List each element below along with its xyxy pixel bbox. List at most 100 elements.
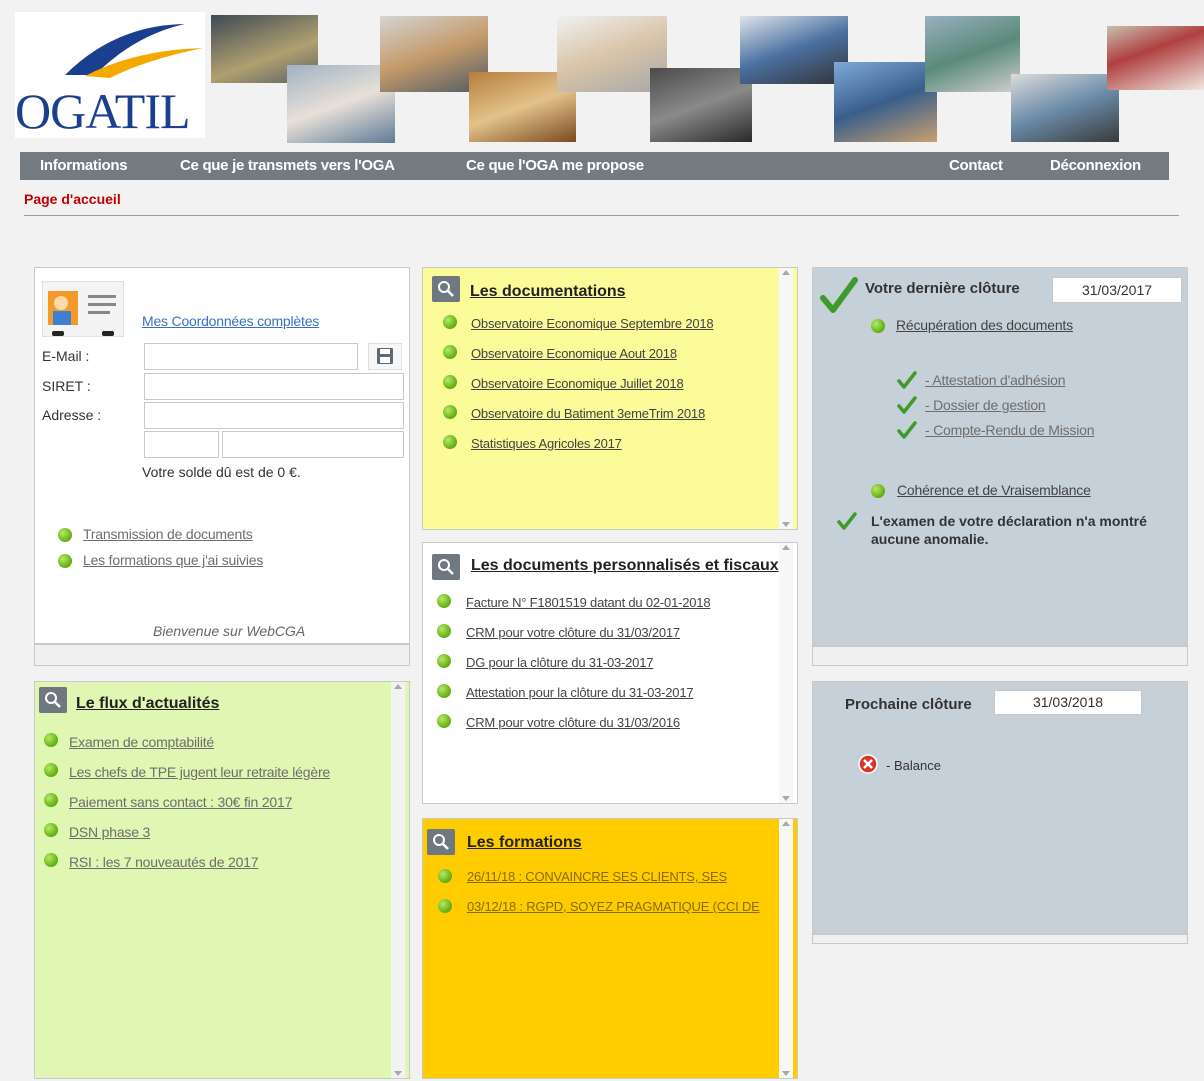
formations-panel: Les formations 26/11/18 : CONVAINCRE SES… — [422, 818, 798, 1079]
ogatil-logo[interactable]: OGATIL — [15, 12, 205, 139]
flux-scrollbar[interactable] — [391, 682, 405, 1078]
banner-photo — [925, 16, 1020, 92]
cloture-panel: Votre dernière clôture 31/03/2017 Récupé… — [812, 267, 1188, 646]
scroll-up-icon[interactable] — [782, 545, 790, 550]
solde-text: Votre solde dû est de 0 €. — [142, 464, 301, 480]
green-bullet-icon — [437, 654, 451, 668]
search-icon[interactable] — [432, 276, 460, 302]
attestation-link[interactable]: - Attestation d'adhésion — [925, 372, 1066, 388]
docs-perso-item[interactable]: DG pour la clôture du 31-03-2017 — [466, 655, 653, 670]
compte-rendu-link[interactable]: - Compte-Rendu de Mission — [925, 422, 1094, 438]
green-bullet-icon — [44, 823, 58, 837]
flux-panel: Le flux d'actualités Examen de comptabil… — [34, 681, 410, 1079]
nav-deconnexion[interactable]: Déconnexion — [1050, 152, 1141, 180]
docs-perso-title[interactable]: Les documents personnalisés et fiscaux — [471, 557, 779, 575]
green-bullet-icon — [443, 315, 457, 329]
formations-suivies-link[interactable]: Les formations que j'ai suivies — [83, 552, 263, 568]
green-bullet-icon — [44, 763, 58, 777]
logo-text: OGATIL — [15, 83, 191, 139]
docs-perso-item[interactable]: Facture N° F1801519 datant du 02-01-2018 — [466, 595, 711, 610]
flux-item[interactable]: Les chefs de TPE jugent leur retraite lé… — [69, 764, 330, 780]
city-field[interactable] — [222, 431, 404, 458]
green-bullet-icon — [443, 405, 457, 419]
scroll-up-icon[interactable] — [394, 684, 402, 689]
docs-perso-scrollbar[interactable] — [779, 543, 793, 803]
documentations-scrollbar[interactable] — [779, 268, 793, 529]
green-bullet-icon — [871, 484, 885, 498]
examen-text: L'examen de votre déclaration n'a montré… — [871, 513, 1147, 547]
formation-item[interactable]: 03/12/18 : RGPD, SOYEZ PRAGMATIQUE (CCI … — [467, 899, 760, 914]
green-bullet-icon — [44, 853, 58, 867]
docs-perso-item[interactable]: CRM pour votre clôture du 31/03/2017 — [466, 625, 680, 640]
scroll-down-icon[interactable] — [394, 1071, 402, 1076]
breadcrumb[interactable]: Page d'accueil — [24, 191, 121, 207]
flux-item[interactable]: Examen de comptabilité — [69, 734, 214, 750]
header-banner: OGATIL — [12, 10, 1204, 144]
adresse-label: Adresse : — [42, 407, 102, 423]
formations-title[interactable]: Les formations — [467, 834, 582, 852]
documentation-item[interactable]: Observatoire Economique Juillet 2018 — [471, 376, 684, 391]
green-bullet-icon — [44, 733, 58, 747]
contact-card-icon — [42, 281, 124, 337]
save-icon[interactable] — [368, 343, 402, 370]
scroll-up-icon[interactable] — [782, 821, 790, 826]
formation-item[interactable]: 26/11/18 : CONVAINCRE SES CLIENTS, SES — [467, 869, 727, 884]
big-checkmark-icon — [820, 277, 858, 313]
banner-photo — [834, 62, 937, 142]
transmission-link[interactable]: Transmission de documents — [83, 526, 253, 542]
flux-title[interactable]: Le flux d'actualités — [76, 695, 219, 713]
green-bullet-icon — [443, 345, 457, 359]
search-icon[interactable] — [39, 687, 67, 713]
documentation-item[interactable]: Observatoire Economique Aout 2018 — [471, 346, 677, 361]
search-icon[interactable] — [427, 829, 455, 855]
green-bullet-icon — [438, 869, 452, 883]
dossier-gestion-link[interactable]: - Dossier de gestion — [925, 397, 1046, 413]
documentation-item[interactable]: Statistiques Agricoles 2017 — [471, 436, 622, 451]
breadcrumb-divider — [24, 215, 1179, 216]
green-bullet-icon — [443, 375, 457, 389]
flux-item[interactable]: Paiement sans contact : 30€ fin 2017 — [69, 794, 292, 810]
documentations-title[interactable]: Les documentations — [470, 283, 626, 301]
recuperation-link[interactable]: Récupération des documents — [896, 317, 1073, 333]
green-bullet-icon — [871, 319, 885, 333]
email-field[interactable] — [144, 343, 358, 370]
coherence-link[interactable]: Cohérence et de Vraisemblance — [897, 482, 1091, 498]
nav-propose[interactable]: Ce que l'OGA me propose — [466, 152, 644, 180]
green-bullet-icon — [437, 594, 451, 608]
nav-informations[interactable]: Informations — [40, 152, 128, 180]
formations-scrollbar[interactable] — [779, 819, 793, 1078]
scroll-up-icon[interactable] — [782, 270, 790, 275]
banner-photo — [1011, 74, 1119, 142]
prochaine-title: Prochaine clôture — [845, 696, 972, 713]
prochaine-panel: Prochaine clôture 31/03/2018 - Balance — [812, 681, 1188, 934]
checkmark-icon — [897, 396, 917, 414]
documentation-item[interactable]: Observatoire Economique Septembre 2018 — [471, 316, 714, 331]
adresse-field[interactable] — [144, 402, 404, 429]
logo-swoosh-icon — [65, 24, 203, 78]
siret-label: SIRET : — [42, 378, 91, 394]
green-bullet-icon — [58, 528, 72, 542]
documentation-item[interactable]: Observatoire du Batiment 3emeTrim 2018 — [471, 406, 705, 421]
nav-contact[interactable]: Contact — [949, 152, 1003, 180]
scroll-down-icon[interactable] — [782, 796, 790, 801]
cloture-panel-footer — [812, 646, 1188, 666]
postal-code-field[interactable] — [144, 431, 219, 458]
green-bullet-icon — [438, 899, 452, 913]
banner-photo — [740, 16, 848, 84]
docs-perso-item[interactable]: CRM pour votre clôture du 31/03/2016 — [466, 715, 680, 730]
main-navbar: Informations Ce que je transmets vers l'… — [20, 152, 1169, 180]
green-bullet-icon — [437, 684, 451, 698]
flux-item[interactable]: RSI : les 7 nouveautés de 2017 — [69, 854, 259, 870]
docs-perso-item[interactable]: Attestation pour la clôture du 31-03-201… — [466, 685, 694, 700]
siret-field[interactable] — [144, 373, 404, 400]
search-icon[interactable] — [432, 554, 460, 580]
nav-transmets[interactable]: Ce que je transmets vers l'OGA — [180, 152, 395, 180]
scroll-down-icon[interactable] — [782, 522, 790, 527]
documentations-panel: Les documentations Observatoire Economiq… — [422, 267, 798, 530]
welcome-text: Bienvenue sur WebCGA — [153, 623, 306, 639]
coordonnees-link[interactable]: Mes Coordonnées complètes — [142, 313, 319, 329]
flux-item[interactable]: DSN phase 3 — [69, 824, 150, 840]
docs-perso-panel: Les documents personnalisés et fiscaux F… — [422, 542, 798, 804]
banner-photo — [1107, 26, 1204, 90]
scroll-down-icon[interactable] — [782, 1071, 790, 1076]
